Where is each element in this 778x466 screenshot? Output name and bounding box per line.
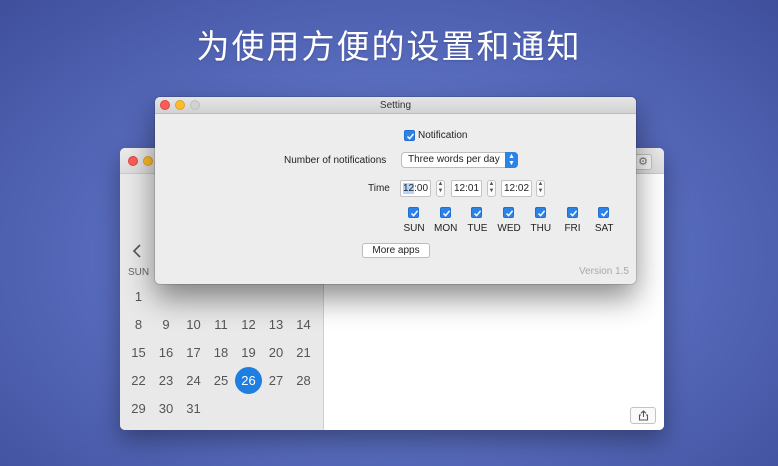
checkmark-icon [410,210,419,217]
close-dialog-button[interactable] [160,100,170,110]
calendar-day-today[interactable]: 26 [235,367,262,394]
calendar-day[interactable]: 1 [125,283,152,310]
calendar-day[interactable]: 30 [153,395,180,422]
calendar-day[interactable]: 25 [208,367,235,394]
settings-titlebar: Setting [155,97,636,114]
calendar-day[interactable]: 13 [263,311,290,338]
calendar-day[interactable]: 27 [263,367,290,394]
calendar-day[interactable]: 14 [290,311,317,338]
calendar-day[interactable]: 17 [180,339,207,366]
calendar-day[interactable]: 22 [125,367,152,394]
notification-count-label: Number of notifications [284,155,387,166]
gear-icon[interactable]: ⚙ [634,154,652,170]
calendar-day[interactable]: 23 [153,367,180,394]
checkmark-icon [569,210,577,217]
time-2-stepper[interactable]: ▲ ▼ [487,180,496,197]
notification-checkbox[interactable] [404,130,415,141]
version-label: Version 1.5 [578,266,629,277]
calendar-day[interactable]: 10 [180,311,207,338]
more-apps-button[interactable]: More apps [362,243,430,258]
close-window-button[interactable] [128,156,138,166]
settings-dialog: Setting Notification Number of notificat… [155,97,636,284]
time-1-stepper[interactable]: ▲ ▼ [436,180,445,197]
zoom-dialog-button[interactable] [190,100,200,110]
weekday-label-sun: SUN [403,223,425,234]
checkmark-icon [506,210,514,217]
checkmark-icon [406,133,415,140]
time-3-stepper[interactable]: ▲ ▼ [536,180,545,197]
promo-headline: 为使用方便的设置和通知 [196,27,582,66]
weekday-label-wed: WED [497,223,521,234]
notification-count-value: Three words per day [408,154,500,165]
weekday-label-thu: THU [530,223,552,234]
calendar-day[interactable]: 15 [125,339,152,366]
chevron-left-icon[interactable] [132,244,142,258]
time-field-2[interactable]: 12:01 [451,180,482,197]
time-label: Time [368,183,390,194]
time-field-3[interactable]: 12:02 [501,180,532,197]
checkmark-icon [601,210,609,217]
calendar-day[interactable]: 31 [180,395,207,422]
calendar-day[interactable]: 16 [153,339,180,366]
calendar-day[interactable]: 18 [208,339,235,366]
minimize-dialog-button[interactable] [175,100,185,110]
calendar-day[interactable]: 9 [153,311,180,338]
weekday-checkbox-sat[interactable] [598,207,610,218]
calendar-day[interactable]: 19 [235,339,262,366]
weekday-checkbox-fri[interactable] [566,207,578,218]
calendar-day[interactable]: 8 [125,311,152,338]
calendar-day[interactable]: 21 [290,339,317,366]
weekday-label-sun: SUN [128,267,150,278]
notification-label: Notification [418,130,468,141]
weekday-label-mon: MON [434,223,458,234]
share-icon [638,410,649,421]
up-down-arrows-icon: ▲ ▼ [505,152,518,168]
checkmark-icon [537,210,545,217]
share-button[interactable] [630,407,656,424]
checkmark-icon [474,210,482,217]
time-2-minute[interactable]: 01 [468,183,479,194]
checkmark-icon [442,210,450,217]
calendar-day[interactable]: 29 [125,395,152,422]
weekday-checkbox-wed[interactable] [503,207,515,218]
weekday-checkbox-mon[interactable] [439,207,451,218]
time-1-minute[interactable]: 00 [417,183,428,194]
calendar-day[interactable]: 11 [208,311,235,338]
time-2-hour[interactable]: 12 [454,183,465,194]
weekday-label-tue: TUE [467,223,488,234]
weekday-checkbox-tue[interactable] [471,207,483,218]
weekday-label-sat: SAT [594,223,614,234]
calendar-day[interactable]: 20 [263,339,290,366]
calendar-day[interactable]: 24 [180,367,207,394]
calendar-day[interactable]: 12 [235,311,262,338]
notification-count-select[interactable]: Three words per day ▲ ▼ [401,152,518,168]
weekday-checkbox-sun[interactable] [408,207,419,218]
calendar-day[interactable]: 28 [290,367,317,394]
weekday-checkbox-thu[interactable] [534,207,546,218]
time-3-hour[interactable]: 12 [504,183,515,194]
time-1-hour[interactable]: 12 [402,183,415,194]
minimize-window-button[interactable] [143,156,153,166]
weekday-label-fri: FRI [564,223,581,234]
time-3-minute[interactable]: 02 [518,183,529,194]
settings-title: Setting [379,100,412,111]
time-field-1[interactable]: 12:00 [400,180,431,197]
